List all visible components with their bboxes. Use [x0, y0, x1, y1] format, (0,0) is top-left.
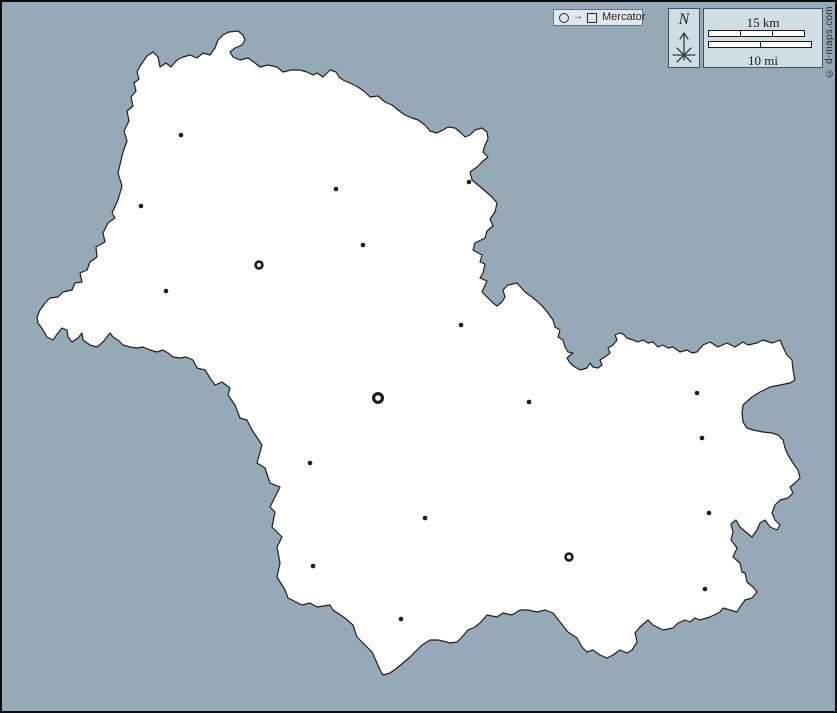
arrow-right-icon: →	[573, 12, 583, 22]
prefecture-ring	[374, 394, 383, 403]
town-dot	[179, 133, 184, 138]
scale-tick	[740, 31, 741, 36]
town-dot	[700, 436, 705, 441]
scale-bar: 15 km 10 mi	[703, 8, 823, 68]
town-dot	[399, 617, 404, 622]
scale-bar-km	[708, 30, 805, 37]
town-dot	[361, 243, 366, 248]
town-dot	[164, 289, 169, 294]
town-dot	[311, 564, 316, 569]
town-dot	[459, 323, 464, 328]
sphere-icon	[559, 13, 569, 23]
flat-map-icon	[587, 13, 597, 23]
projection-label: Mercator	[601, 12, 645, 23]
north-label: N	[679, 12, 690, 28]
town-dot	[695, 391, 700, 396]
map-image: → Mercator N 15 km 10 mi © d-maps.com	[0, 0, 837, 713]
town-dot	[308, 461, 313, 466]
map-canvas	[0, 0, 837, 713]
projection-legend: → Mercator	[553, 9, 643, 26]
scale-km-label: 15 km	[704, 16, 822, 29]
town-dot	[334, 187, 339, 192]
town-dot	[703, 587, 708, 592]
town-dot	[139, 204, 144, 209]
scale-bar-mi	[708, 41, 812, 48]
town-dot	[707, 511, 712, 516]
region-outline	[37, 31, 800, 675]
town-dot	[423, 516, 428, 521]
town-dot	[527, 400, 532, 405]
subprefecture-ring	[566, 554, 573, 561]
compass-rose: N	[668, 8, 700, 68]
scale-mi-label: 10 mi	[704, 54, 822, 67]
copyright-notice: © d-maps.com	[825, 6, 835, 78]
town-dot	[467, 180, 472, 185]
scale-tick	[760, 42, 761, 47]
scale-tick	[772, 31, 773, 36]
north-arrow-icon	[671, 29, 697, 65]
subprefecture-ring	[256, 262, 263, 269]
